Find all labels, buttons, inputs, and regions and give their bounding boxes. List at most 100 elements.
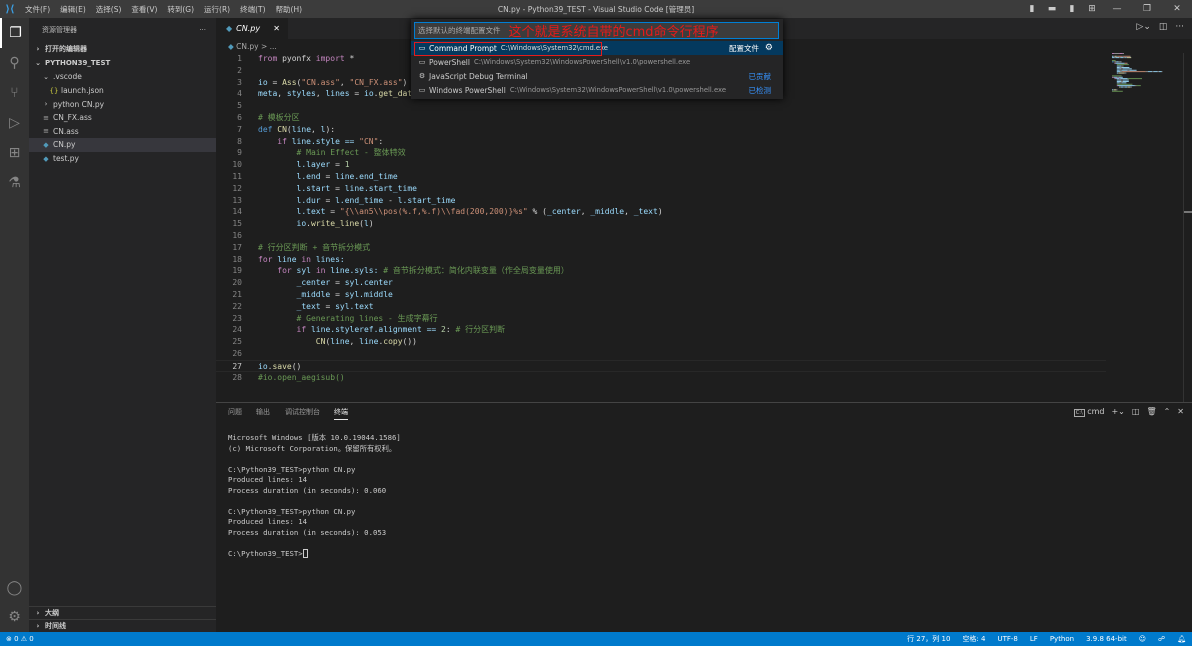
open-editors-section[interactable]: ›打开的编辑器: [29, 42, 216, 56]
more-actions-icon[interactable]: ···: [199, 26, 206, 34]
code-line[interactable]: 24 if line.styleref.alignment == 2: # 行分…: [216, 324, 1106, 336]
run-debug-icon[interactable]: ▷: [0, 108, 29, 138]
new-terminal-icon[interactable]: +⌄: [1111, 407, 1124, 416]
cursor-position[interactable]: 行 27，列 10: [901, 634, 956, 644]
split-editor-icon[interactable]: ◫: [1159, 22, 1168, 32]
search-icon[interactable]: ⚲: [0, 48, 29, 78]
menu-view[interactable]: 查看(V): [126, 4, 162, 15]
code-line[interactable]: 7def CN(line, l):: [216, 124, 1106, 136]
explorer-icon[interactable]: ❐: [0, 18, 29, 48]
tree-item[interactable]: ◆CN.py: [29, 138, 216, 152]
code-line[interactable]: 13 l.dur = l.end_time - l.start_time: [216, 195, 1106, 207]
code-line[interactable]: 17# 行分区判断 + 音节拆分模式: [216, 242, 1106, 254]
toggle-sidebar-icon[interactable]: ▮: [1022, 4, 1042, 14]
end-of-line[interactable]: LF: [1024, 635, 1044, 643]
menu-terminal[interactable]: 终端(T): [235, 4, 270, 15]
code-token: =: [268, 77, 282, 89]
toggle-panel-icon[interactable]: ▬: [1042, 4, 1062, 14]
python-file-icon: ◆: [228, 42, 236, 51]
code-line[interactable]: 5: [216, 100, 1106, 112]
menu-file[interactable]: 文件(F): [20, 4, 55, 15]
editor-scrollbar[interactable]: [1183, 53, 1192, 403]
line-number: 27: [216, 361, 242, 371]
profile-option[interactable]: ▭PowerShellC:\Windows\System32\WindowsPo…: [411, 55, 783, 69]
profile-option[interactable]: ▭Command PromptC:\Windows\System32\cmd.e…: [411, 41, 783, 55]
menu-run[interactable]: 运行(R): [199, 4, 235, 15]
testing-icon[interactable]: ⚗: [0, 168, 29, 198]
code-line[interactable]: 12 l.start = line.start_time: [216, 183, 1106, 195]
code-line[interactable]: 28#io.open_aegisub(): [216, 372, 1106, 384]
code-line[interactable]: 25 CN(line, line.copy()): [216, 336, 1106, 348]
tree-item[interactable]: ≡CN.ass: [29, 125, 216, 139]
code-line[interactable]: 22 _text = syl.text: [216, 301, 1106, 313]
tab-output[interactable]: 输出: [256, 407, 270, 417]
menu-selection[interactable]: 选择(S): [91, 4, 127, 15]
copilot-icon[interactable]: ☺: [1133, 635, 1152, 643]
source-control-icon[interactable]: ⑂: [0, 78, 29, 108]
tree-item[interactable]: ≡CN_FX.ass: [29, 111, 216, 125]
notifications-bell-icon[interactable]: 🔔︎: [1171, 635, 1192, 643]
tree-item[interactable]: {}launch.json: [29, 84, 216, 98]
timeline-section[interactable]: ›时间线: [29, 619, 216, 633]
terminal-instance-selector[interactable]: C:\ cmd: [1074, 407, 1105, 416]
tab-terminal[interactable]: 终端: [334, 407, 348, 420]
profile-source-label: 配置文件: [729, 43, 759, 54]
tree-item[interactable]: ⌄.vscode: [29, 70, 216, 84]
minimize-button[interactable]: —: [1102, 4, 1132, 14]
feedback-icon[interactable]: ☍: [1152, 635, 1171, 643]
code-token: l.end_time: [335, 195, 383, 207]
extensions-icon[interactable]: ⊞: [0, 138, 29, 168]
close-button[interactable]: ✕: [1162, 4, 1192, 14]
minimap[interactable]: [1112, 53, 1182, 93]
code-line[interactable]: 10 l.layer = 1: [216, 159, 1106, 171]
code-line[interactable]: 16: [216, 230, 1106, 242]
split-terminal-icon[interactable]: ◫: [1132, 407, 1140, 416]
breadcrumb[interactable]: ◆ CN.py > ...: [228, 42, 277, 51]
python-interpreter[interactable]: 3.9.8 64-bit: [1080, 635, 1133, 643]
code-line[interactable]: 9 # Main Effect - 整体特效: [216, 147, 1106, 159]
tab-cn-py[interactable]: ◆CN.py✕: [216, 18, 288, 39]
quick-pick-input[interactable]: 选择默认的终端配置文件 这个就是系统自带的cmd命令行程序: [414, 22, 779, 39]
code-line[interactable]: 26: [216, 348, 1106, 360]
code-line[interactable]: 23 # Generating lines - 生成字幕行: [216, 313, 1106, 325]
code-line[interactable]: 6# 模板分区: [216, 112, 1106, 124]
code-line[interactable]: 11 l.end = line.end_time: [216, 171, 1106, 183]
maximize-panel-icon[interactable]: ⌃: [1164, 407, 1171, 416]
code-line[interactable]: 14 l.text = "{\\an5\\pos(%.f,%.f)\\fad(2…: [216, 206, 1106, 218]
code-line[interactable]: 27io.save(): [216, 360, 1106, 372]
code-line[interactable]: 21 _middle = syl.middle: [216, 289, 1106, 301]
account-icon[interactable]: ◯: [0, 573, 29, 603]
profile-option[interactable]: ▭Windows PowerShellC:\Windows\System32\W…: [411, 83, 783, 97]
encoding[interactable]: UTF-8: [991, 635, 1023, 643]
customize-layout-icon[interactable]: ⊞: [1082, 4, 1102, 14]
code-line[interactable]: 15 io.write_line(l): [216, 218, 1106, 230]
terminal-output[interactable]: Microsoft Windows [版本 10.0.19044.1586](c…: [228, 433, 401, 559]
menu-go[interactable]: 转到(G): [162, 4, 199, 15]
problems-status[interactable]: ⊗ 0 ⚠ 0: [0, 635, 40, 643]
menu-edit[interactable]: 编辑(E): [55, 4, 91, 15]
tree-item[interactable]: ›python CN.py: [29, 97, 216, 111]
tree-item[interactable]: ◆test.py: [29, 152, 216, 166]
more-actions-icon[interactable]: ···: [1175, 22, 1184, 32]
code-editor[interactable]: 1from pyonfx import *23io = Ass("CN.ass"…: [216, 53, 1106, 383]
code-line[interactable]: 20 _center = syl.center: [216, 277, 1106, 289]
language-mode[interactable]: Python: [1044, 635, 1080, 643]
indentation[interactable]: 空格: 4: [956, 634, 991, 644]
settings-gear-icon[interactable]: ⚙: [0, 602, 29, 632]
kill-terminal-icon[interactable]: 🗑: [1146, 407, 1156, 416]
profile-option[interactable]: ⚙JavaScript Debug Terminal已贡献: [411, 69, 783, 83]
code-line[interactable]: 19 for syl in line.syls: # 音节拆分模式：简化内联变量…: [216, 265, 1106, 277]
menu-help[interactable]: 帮助(H): [271, 4, 308, 15]
workspace-section[interactable]: ⌄PYTHON39_TEST: [29, 57, 216, 71]
code-line[interactable]: 18for line in lines:: [216, 254, 1106, 266]
close-tab-icon[interactable]: ✕: [273, 24, 280, 33]
run-python-file-icon[interactable]: ▷⌄: [1136, 22, 1150, 32]
tab-problems[interactable]: 问题: [228, 407, 242, 417]
outline-section[interactable]: ›大纲: [29, 606, 216, 620]
configure-gear-icon[interactable]: ⚙: [765, 43, 773, 53]
restore-button[interactable]: ❐: [1132, 4, 1162, 14]
close-panel-icon[interactable]: ✕: [1177, 407, 1184, 416]
code-line[interactable]: 8 if line.style == "CN":: [216, 136, 1106, 148]
tab-debug-console[interactable]: 调试控制台: [285, 407, 320, 417]
toggle-secondary-sidebar-icon[interactable]: ▮: [1062, 4, 1082, 14]
